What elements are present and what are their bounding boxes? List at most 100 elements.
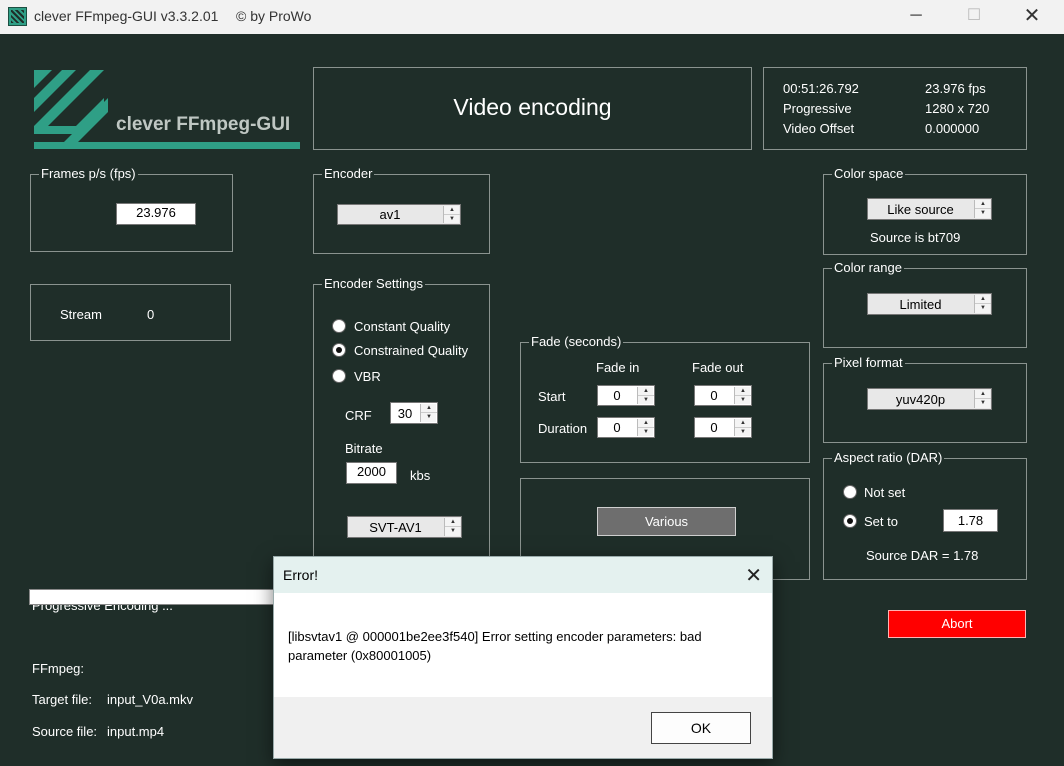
fade-duration-in-value: 0 [613, 420, 621, 435]
various-button[interactable]: Various [597, 507, 736, 536]
fps-value: 23.976 fps [925, 81, 986, 96]
app-icon [8, 7, 27, 26]
bitrate-input[interactable]: 2000 [346, 462, 397, 484]
fade-start-out-stepper[interactable]: 0 ▲ ▼ [694, 385, 752, 406]
stream-panel: Stream 0 [30, 284, 231, 341]
fps-input[interactable]: 23.976 [116, 203, 196, 225]
target-file-label: Target file: [32, 692, 92, 707]
fade-duration-out-stepper[interactable]: 0 ▲ ▼ [694, 417, 752, 438]
aspect-ratio-legend: Aspect ratio (DAR) [832, 450, 945, 465]
logo-mark-icon [34, 70, 300, 149]
color-space-panel: Color space Like source ▲ ▼ Source is bt7… [823, 166, 1027, 255]
resolution-value: 1280 x 720 [925, 101, 990, 116]
fade-legend: Fade (seconds) [529, 334, 624, 349]
pixel-format-value: yuv420p [895, 391, 946, 407]
color-range-arrows[interactable]: ▲ ▼ [974, 295, 991, 313]
constant-quality-radio[interactable] [332, 319, 346, 333]
bitrate-label: Bitrate [345, 441, 383, 456]
error-dialog: Error! ✕ [libsvtav1 @ 000001be2ee3f540] … [273, 556, 773, 759]
page-title: Video encoding [453, 94, 612, 120]
abort-button[interactable]: Abort [888, 610, 1026, 638]
error-dialog-body: [libsvtav1 @ 000001be2ee3f540] Error set… [274, 593, 772, 697]
color-space-value: Like source [887, 201, 954, 217]
aspect-value-input[interactable]: 1.78 [943, 509, 998, 532]
encoder-select-arrows[interactable]: ▲ ▼ [443, 206, 460, 223]
color-space-arrows[interactable]: ▲ ▼ [974, 200, 991, 218]
constrained-quality-label[interactable]: Constrained Quality [354, 343, 468, 358]
error-dialog-close-icon[interactable]: ✕ [745, 563, 762, 588]
fade-start-in-value: 0 [613, 388, 621, 403]
pixel-format-panel: Pixel format yuv420p ▲ ▼ [823, 355, 1027, 443]
encoder-library-value: SVT-AV1 [369, 519, 422, 535]
window-byline: © by ProWo [236, 8, 312, 24]
aspect-set-to-radio[interactable] [843, 514, 857, 528]
source-dar-note: Source DAR = 1.78 [866, 548, 979, 563]
header-panel: Video encoding [313, 67, 752, 150]
vbr-label[interactable]: VBR [354, 369, 381, 384]
aspect-set-to-label[interactable]: Set to [864, 514, 898, 529]
aspect-not-set-radio[interactable] [843, 485, 857, 499]
fade-in-label: Fade in [596, 360, 640, 375]
progress-bar [29, 589, 289, 605]
fade-duration-out-value: 0 [710, 420, 718, 435]
fade-start-label: Start [538, 389, 566, 404]
color-range-panel: Color range Limited ▲ ▼ [823, 260, 1027, 348]
fade-out-label: Fade out [692, 360, 744, 375]
video-offset-value: 0.000000 [925, 121, 980, 136]
source-file-label: Source file: [32, 724, 98, 739]
aspect-ratio-panel: Aspect ratio (DAR) Not set Set to 1.78 S… [823, 450, 1027, 580]
encoder-legend: Encoder [322, 166, 375, 181]
error-dialog-header: Error! ✕ [274, 557, 772, 593]
ffmpeg-label: FFmpeg: [32, 661, 85, 676]
logo-text: clever FFmpeg-GUI [116, 114, 291, 135]
close-window-button[interactable]: ✕ [1009, 0, 1055, 34]
pixel-format-arrows[interactable]: ▲ ▼ [974, 390, 991, 408]
vbr-radio[interactable] [332, 369, 346, 383]
pixel-format-select[interactable]: yuv420p ▲ ▼ [867, 388, 992, 410]
color-range-select[interactable]: Limited ▲ ▼ [867, 293, 992, 315]
color-range-value: Limited [899, 296, 942, 312]
constrained-quality-radio[interactable] [332, 343, 346, 357]
duration-value: 00:51:26.792 [783, 81, 859, 96]
crf-stepper-arrows[interactable]: ▲ ▼ [420, 404, 437, 422]
crf-value: 30 [397, 405, 413, 421]
encoder-panel: Encoder av1 ▲ ▼ [313, 166, 490, 254]
fade-duration-in-arrows[interactable]: ▲ ▼ [637, 419, 654, 436]
fade-start-out-arrows[interactable]: ▲ ▼ [734, 387, 751, 404]
maximize-button[interactable]: ☐ [951, 0, 997, 34]
window-title: clever FFmpeg-GUI v3.3.2.01 [34, 8, 219, 24]
color-space-select[interactable]: Like source ▲ ▼ [867, 198, 992, 220]
color-range-legend: Color range [832, 260, 904, 275]
fade-start-out-value: 0 [710, 388, 718, 403]
minimize-button[interactable]: ─ [893, 0, 939, 34]
stream-label: Stream [60, 307, 102, 322]
frames-panel: Frames p/s (fps) 23.976 [30, 166, 233, 252]
scan-type: Progressive [783, 101, 852, 116]
fade-start-in-stepper[interactable]: 0 ▲ ▼ [597, 385, 655, 406]
title-bar: clever FFmpeg-GUI v3.3.2.01 © by ProWo ─… [0, 0, 1064, 34]
color-space-note: Source is bt709 [870, 230, 961, 245]
ok-button[interactable]: OK [651, 712, 751, 744]
encoder-library-arrows[interactable]: ▲ ▼ [444, 518, 461, 536]
fade-panel: Fade (seconds) Fade in Fade out Start Du… [520, 334, 810, 463]
source-info-panel: 00:51:26.792 23.976 fps Progressive 1280… [763, 67, 1027, 150]
encoder-select[interactable]: av1 ▲ ▼ [337, 204, 461, 225]
fade-start-in-arrows[interactable]: ▲ ▼ [637, 387, 654, 404]
video-offset-label: Video Offset [783, 121, 855, 136]
color-space-legend: Color space [832, 166, 906, 181]
crf-stepper[interactable]: 30 ▲ ▼ [390, 402, 438, 424]
stream-value: 0 [147, 307, 155, 322]
aspect-not-set-label[interactable]: Not set [864, 485, 905, 500]
constant-quality-label[interactable]: Constant Quality [354, 319, 450, 334]
encoder-library-select[interactable]: SVT-AV1 ▲ ▼ [347, 516, 462, 538]
fade-duration-out-arrows[interactable]: ▲ ▼ [734, 419, 751, 436]
encoder-settings-panel: Encoder Settings Constant Quality Constr… [313, 276, 490, 556]
source-file-value: input.mp4 [107, 724, 165, 739]
fade-duration-in-stepper[interactable]: 0 ▲ ▼ [597, 417, 655, 438]
target-file-value: input_V0a.mkv [107, 692, 193, 707]
error-dialog-title: Error! [283, 567, 318, 583]
app-logo: clever FFmpeg-GUI [32, 68, 302, 150]
pixel-format-legend: Pixel format [832, 355, 905, 370]
bitrate-unit: kbs [410, 468, 431, 483]
encoder-settings-legend: Encoder Settings [322, 276, 426, 291]
